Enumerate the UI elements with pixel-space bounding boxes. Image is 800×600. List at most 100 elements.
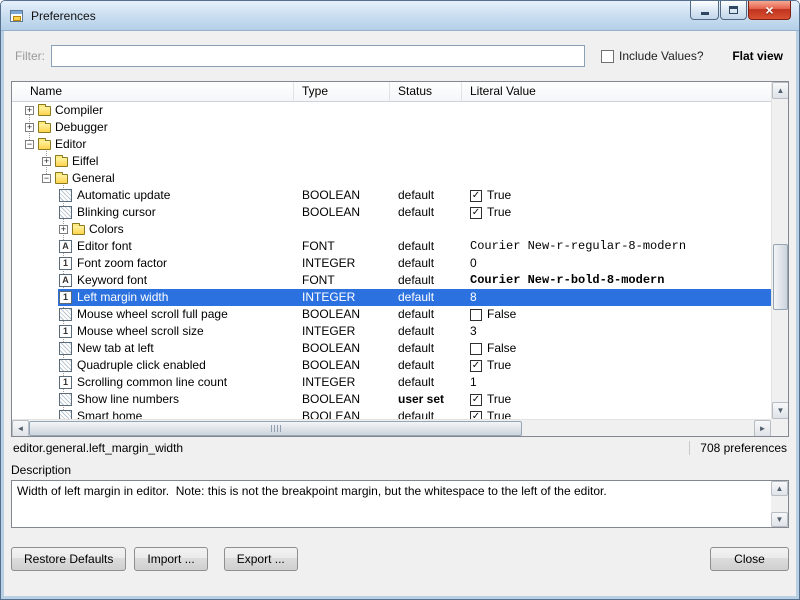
pref-type: BOOLEAN [294, 391, 390, 408]
column-header-literal-value[interactable]: Literal Value [462, 82, 771, 101]
pref-status: default [390, 340, 462, 357]
window-title: Preferences [31, 9, 96, 23]
tree-row[interactable]: + Compiler [12, 102, 771, 119]
tree-row[interactable]: +Colors [12, 221, 771, 238]
expand-icon[interactable]: + [25, 123, 34, 132]
pref-value-text: True [487, 408, 511, 419]
checked-checkbox-icon[interactable]: ✓ [470, 207, 482, 219]
pref-name: Blinking cursor [77, 204, 156, 221]
minimize-button[interactable] [690, 1, 719, 20]
pref-status: default [390, 255, 462, 272]
pref-status [390, 102, 462, 119]
scroll-up-icon[interactable]: ▲ [772, 82, 789, 99]
checked-checkbox-icon[interactable]: ✓ [470, 394, 482, 406]
boolean-pref-icon [59, 342, 72, 355]
tree-row[interactable]: 1Scrolling common line countINTEGERdefau… [12, 374, 771, 391]
pref-value: 3 [462, 323, 771, 340]
pref-value-text: True [487, 187, 511, 204]
expand-icon[interactable]: + [42, 157, 51, 166]
include-values-checkbox[interactable] [601, 50, 614, 63]
tree-row[interactable]: Blinking cursorBOOLEANdefault✓True [12, 204, 771, 221]
pref-status: default [390, 187, 462, 204]
font-pref-icon: A [59, 274, 72, 287]
flat-view-button[interactable]: Flat view [732, 49, 783, 63]
column-header-status[interactable]: Status [390, 82, 462, 101]
scroll-grip-icon [271, 425, 281, 432]
selected-preference-path: editor.general.left_margin_width [13, 441, 183, 455]
tree-row[interactable]: 1Mouse wheel scroll sizeINTEGERdefault3 [12, 323, 771, 340]
minimize-icon [701, 12, 709, 15]
close-icon: × [765, 2, 773, 18]
description-scroll-up-icon[interactable]: ▲ [771, 481, 788, 496]
tree-row[interactable]: 1Left margin widthINTEGERdefault8 [12, 289, 771, 306]
checked-checkbox-icon[interactable]: ✓ [470, 360, 482, 372]
pref-status [390, 221, 462, 238]
description-scrollbar[interactable]: ▲ ▼ [771, 481, 788, 527]
tree-row[interactable]: Quadruple click enabledBOOLEANdefault✓Tr… [12, 357, 771, 374]
maximize-button[interactable] [720, 1, 747, 20]
pref-value-text: True [487, 391, 511, 408]
pref-value-text: False [487, 306, 516, 323]
tree-row[interactable]: AKeyword fontFONTdefaultCourier New-r-bo… [12, 272, 771, 289]
pref-name: New tab at left [77, 340, 154, 357]
unchecked-checkbox-icon[interactable] [470, 309, 482, 321]
horizontal-scrollbar[interactable]: ◄ ► [12, 419, 771, 436]
folder-icon [38, 123, 51, 133]
pref-name: Mouse wheel scroll size [77, 323, 204, 340]
tree-row[interactable]: Automatic updateBOOLEANdefault✓True [12, 187, 771, 204]
pref-value: ✓ True [462, 204, 771, 221]
pref-type: BOOLEAN [294, 408, 390, 419]
expand-icon[interactable]: + [59, 225, 68, 234]
close-button[interactable]: Close [710, 547, 789, 571]
tree-row[interactable]: Show line numbersBOOLEANuser set✓True [12, 391, 771, 408]
pref-name: General [72, 170, 115, 187]
collapse-icon[interactable]: − [42, 174, 51, 183]
pref-type: BOOLEAN [294, 357, 390, 374]
window-controls: × [690, 1, 791, 20]
pref-status: default [390, 289, 462, 306]
filter-row: Filter: Include Values? Flat view [11, 44, 789, 68]
import-button[interactable]: Import ... [134, 547, 207, 571]
tree-row[interactable]: +Debugger [12, 119, 771, 136]
tree-row[interactable]: AEditor fontFONTdefaultCourier New-r-reg… [12, 238, 771, 255]
checked-checkbox-icon[interactable]: ✓ [470, 411, 482, 420]
vertical-scroll-thumb[interactable] [773, 244, 788, 310]
tree-row[interactable]: − General [12, 170, 771, 187]
unchecked-checkbox-icon[interactable] [470, 343, 482, 355]
folder-icon [55, 174, 68, 184]
tree-row[interactable]: −Editor [12, 136, 771, 153]
titlebar[interactable]: Preferences × [1, 1, 799, 31]
scroll-left-icon[interactable]: ◄ [12, 420, 29, 437]
horizontal-scroll-thumb[interactable] [29, 421, 522, 436]
tree-row[interactable]: Smart homeBOOLEANdefault✓True [12, 408, 771, 419]
boolean-pref-icon [59, 359, 72, 372]
restore-defaults-button[interactable]: Restore Defaults [11, 547, 126, 571]
scroll-right-icon[interactable]: ► [754, 420, 771, 437]
scroll-down-icon[interactable]: ▼ [772, 402, 789, 419]
expand-icon[interactable]: + [25, 106, 34, 115]
checked-checkbox-icon[interactable]: ✓ [470, 190, 482, 202]
tree-row[interactable]: Mouse wheel scroll full pageBOOLEANdefau… [12, 306, 771, 323]
pref-name: Compiler [55, 102, 103, 119]
close-window-button[interactable]: × [748, 1, 791, 20]
pref-status: default [390, 357, 462, 374]
export-button[interactable]: Export ... [224, 547, 298, 571]
boolean-pref-icon [59, 308, 72, 321]
tree-row[interactable]: +Eiffel [12, 153, 771, 170]
column-header-type[interactable]: Type [294, 82, 390, 101]
pref-status: default [390, 204, 462, 221]
vertical-scrollbar[interactable]: ▲ ▼ [771, 82, 788, 419]
pref-value [462, 119, 771, 136]
status-bar: editor.general.left_margin_width 708 pre… [11, 437, 789, 459]
pref-value-text: True [487, 204, 511, 221]
filter-input[interactable] [51, 45, 585, 67]
pref-value [462, 170, 771, 187]
column-header-name[interactable]: Name [12, 82, 294, 101]
tree-row[interactable]: 1Font zoom factorINTEGERdefault0 [12, 255, 771, 272]
tree-row[interactable]: New tab at leftBOOLEANdefaultFalse [12, 340, 771, 357]
pref-value-text: Courier New-r-regular-8-modern [470, 238, 686, 255]
collapse-icon[interactable]: − [25, 140, 34, 149]
description-scroll-down-icon[interactable]: ▼ [771, 512, 788, 527]
pref-name: Keyword font [77, 272, 147, 289]
description-box: Width of left margin in editor. Note: th… [11, 480, 789, 528]
